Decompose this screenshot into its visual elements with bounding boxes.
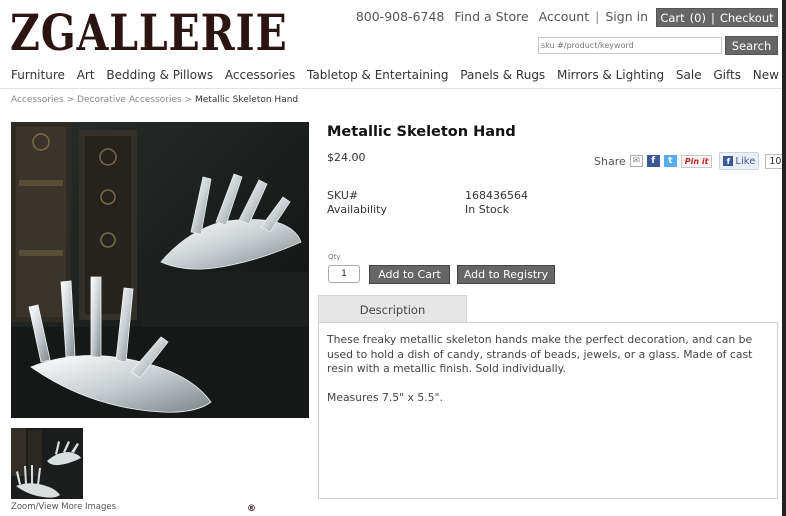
breadcrumb-separator: >: [66, 95, 75, 105]
search-button[interactable]: Search: [725, 36, 778, 55]
description-panel: These freaky metallic skeleton hands mak…: [318, 322, 778, 499]
nav-divider: [0, 88, 786, 89]
phone-number: 800-908-6748: [355, 9, 445, 24]
cart-count: (0): [689, 10, 706, 25]
product-main-image[interactable]: [11, 122, 309, 418]
tab-description[interactable]: Description: [318, 295, 467, 323]
breadcrumb-decorative-accessories[interactable]: Decorative Accessories: [77, 95, 182, 105]
sku-label: SKU#: [327, 189, 359, 202]
qty-label: Qty: [328, 253, 341, 261]
thumbnail-photo: [11, 428, 83, 499]
cart-link[interactable]: Cart: [660, 11, 684, 25]
registered-mark: ®: [247, 504, 256, 514]
like-label: Like: [735, 155, 756, 167]
share-label: Share: [594, 154, 626, 168]
mail-icon[interactable]: ✉: [629, 155, 643, 167]
product-thumbnail[interactable]: [11, 428, 83, 499]
twitter-icon[interactable]: t: [663, 155, 677, 167]
nav-item-gifts[interactable]: Gifts: [713, 68, 741, 82]
nav-item-tabletop-entertaining[interactable]: Tabletop & Entertaining: [307, 68, 448, 82]
quantity-input[interactable]: [328, 265, 360, 283]
sku-value: 168436564: [465, 189, 528, 202]
nav-item-accessories[interactable]: Accessories: [225, 68, 295, 82]
availability-label: Availability: [327, 203, 387, 216]
nav-item-new[interactable]: New: [753, 68, 779, 82]
cart-separator: |: [710, 10, 715, 25]
facebook-like-icon: f: [723, 156, 734, 166]
breadcrumb: Accessories > Decorative Accessories > M…: [11, 95, 298, 105]
nav-item-panels-rugs[interactable]: Panels & Rugs: [460, 68, 545, 82]
checkout-link[interactable]: Checkout: [720, 11, 774, 25]
sign-in-link[interactable]: Sign in: [605, 9, 648, 24]
nav-item-sale[interactable]: Sale: [676, 68, 702, 82]
utility-separator: |: [595, 9, 600, 24]
pinterest-pin-button[interactable]: Pin it: [680, 154, 713, 168]
cart-checkout-bar[interactable]: Cart (0) | Checkout: [656, 8, 778, 27]
availability-value: In Stock: [465, 203, 510, 216]
logo-text: ZGALLERIE: [10, 3, 288, 62]
breadcrumb-current: Metallic Skeleton Hand: [194, 95, 299, 105]
breadcrumb-accessories[interactable]: Accessories: [11, 95, 64, 105]
add-to-registry-button[interactable]: Add to Registry: [457, 265, 555, 284]
search-input[interactable]: [538, 37, 722, 54]
main-navigation: Furniture Art Bedding & Pillows Accessor…: [11, 68, 779, 82]
measures-text: Measures 7.5" x 5.5".: [327, 390, 443, 404]
product-price: $24.00: [327, 151, 366, 164]
find-store-link[interactable]: Find a Store: [454, 9, 528, 24]
nav-item-furniture[interactable]: Furniture: [11, 68, 65, 82]
add-to-cart-button[interactable]: Add to Cart: [369, 265, 450, 284]
utility-links: 800-908-6748 Find a Store Account | Sign…: [356, 9, 648, 24]
nav-item-mirrors-lighting[interactable]: Mirrors & Lighting: [557, 68, 664, 82]
brand-logo[interactable]: ZGALLERIE: [10, 3, 348, 62]
window-edge: [782, 0, 786, 516]
skeleton-hand-photo: [11, 122, 309, 418]
description-text: These freaky metallic skeleton hands mak…: [327, 333, 753, 376]
facebook-icon[interactable]: f: [646, 155, 660, 167]
zoom-view-more-link[interactable]: Zoom/View More Images: [11, 502, 116, 512]
nav-item-art[interactable]: Art: [77, 68, 95, 82]
product-title: Metallic Skeleton Hand: [327, 124, 516, 140]
account-link[interactable]: Account: [539, 9, 589, 24]
share-bar: Share ✉ f t Pin it f Like 10: [594, 152, 786, 170]
nav-item-bedding-pillows[interactable]: Bedding & Pillows: [106, 68, 213, 82]
breadcrumb-separator: >: [184, 95, 193, 105]
facebook-like-button[interactable]: f Like: [719, 152, 760, 170]
